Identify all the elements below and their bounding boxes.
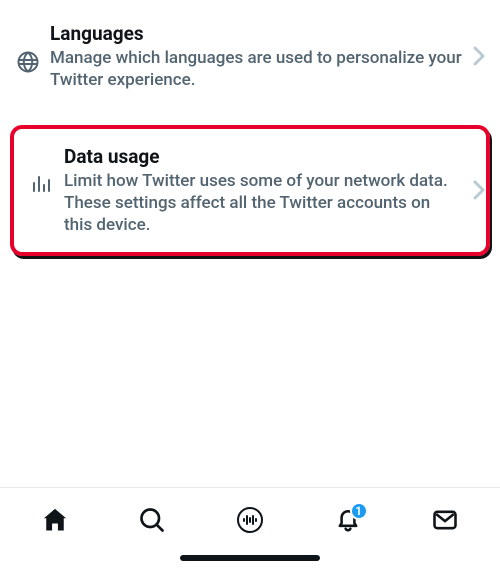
tab-search[interactable] <box>128 496 176 544</box>
data-usage-title: Data usage <box>64 145 448 169</box>
chevron-right-icon <box>472 45 486 67</box>
globe-icon <box>14 50 42 74</box>
bar-chart-icon <box>28 173 56 195</box>
spaces-icon <box>235 505 265 535</box>
tab-home[interactable] <box>31 496 79 544</box>
tab-notifications[interactable]: 1 <box>324 496 372 544</box>
search-icon <box>138 506 166 534</box>
settings-list: Languages Manage which languages are use… <box>0 0 500 256</box>
languages-title: Languages <box>50 22 462 46</box>
data-usage-desc: Limit how Twitter uses some of your netw… <box>64 170 448 236</box>
setting-row-languages[interactable]: Languages Manage which languages are use… <box>0 12 500 101</box>
tab-spaces[interactable] <box>226 496 274 544</box>
setting-row-data-usage[interactable]: Data usage Limit how Twitter uses some o… <box>18 145 482 236</box>
languages-desc: Manage which languages are used to perso… <box>50 47 462 91</box>
tabs: 1 <box>0 488 500 551</box>
highlight-data-usage: Data usage Limit how Twitter uses some o… <box>10 125 490 256</box>
mail-icon <box>431 506 459 534</box>
tab-bar: 1 <box>0 487 500 579</box>
home-indicator <box>0 551 500 579</box>
tab-messages[interactable] <box>421 496 469 544</box>
chevron-right-icon <box>472 179 486 201</box>
home-icon <box>41 506 69 534</box>
notifications-badge: 1 <box>350 502 368 520</box>
